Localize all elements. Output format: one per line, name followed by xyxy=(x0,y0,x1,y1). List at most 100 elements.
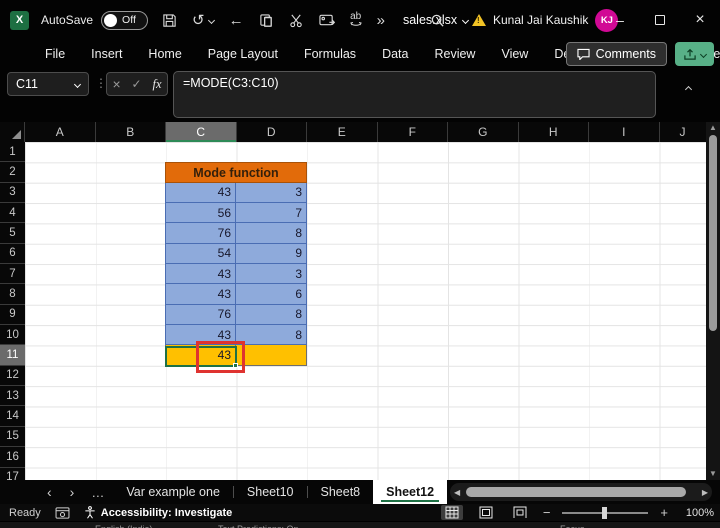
cell-c3[interactable]: 43 xyxy=(165,182,236,204)
column-header-f[interactable]: F xyxy=(378,122,448,142)
zoom-out-button[interactable]: − xyxy=(543,505,551,520)
qat-overflow-icon[interactable]: » xyxy=(377,13,385,28)
column-header-c[interactable]: C xyxy=(166,122,237,142)
cell-c6[interactable]: 54 xyxy=(165,243,236,265)
column-header-i[interactable]: I xyxy=(589,122,660,142)
scroll-up-icon[interactable]: ▲ xyxy=(709,122,717,134)
email-export-icon[interactable] xyxy=(319,13,335,27)
minimize-button[interactable]: – xyxy=(600,0,640,40)
enter-check-icon[interactable]: ✓ xyxy=(132,77,142,91)
undo-button[interactable]: ↺ xyxy=(192,13,215,28)
page-break-preview-button[interactable] xyxy=(509,505,531,520)
row-header-14[interactable]: 14 xyxy=(0,406,25,427)
row-header-3[interactable]: 3 xyxy=(0,183,25,204)
name-box[interactable]: C11 xyxy=(7,72,89,96)
sheet-list-more-icon[interactable]: … xyxy=(83,485,113,500)
search-button[interactable] xyxy=(430,0,445,40)
row-header-12[interactable]: 12 xyxy=(0,366,25,387)
sheet-tab-var-example-one[interactable]: Var example one xyxy=(113,480,233,504)
accessibility-status[interactable]: Accessibility: Investigate xyxy=(84,506,232,519)
scroll-down-icon[interactable]: ▼ xyxy=(709,468,717,480)
row-header-5[interactable]: 5 xyxy=(0,223,25,244)
tab-formulas[interactable]: Formulas xyxy=(291,40,369,68)
formula-input[interactable]: =MODE(C3:C10) xyxy=(173,71,656,118)
cancel-icon[interactable]: × xyxy=(112,76,120,92)
column-header-b[interactable]: B xyxy=(96,122,166,142)
tab-view[interactable]: View xyxy=(488,40,541,68)
account-area[interactable]: ! Kunal Jai Kaushik KJ xyxy=(472,0,619,40)
cell-c9[interactable]: 76 xyxy=(165,304,236,326)
normal-view-button[interactable] xyxy=(440,505,463,520)
cell-d6[interactable]: 9 xyxy=(236,243,307,265)
sheet-nav-left-icon[interactable]: ‹ xyxy=(38,484,61,500)
tab-page-layout[interactable]: Page Layout xyxy=(195,40,291,68)
tab-file[interactable]: File xyxy=(32,40,78,68)
column-header-d[interactable]: D xyxy=(237,122,307,142)
row-header-8[interactable]: 8 xyxy=(0,284,25,305)
cell-d7[interactable]: 3 xyxy=(236,264,307,285)
row-header-1[interactable]: 1 xyxy=(0,142,25,163)
column-header-h[interactable]: H xyxy=(519,122,589,142)
close-button[interactable]: × xyxy=(680,0,720,40)
row-header-17[interactable]: 17 xyxy=(0,468,25,480)
cell-c4[interactable]: 56 xyxy=(165,203,236,224)
tab-review[interactable]: Review xyxy=(421,40,488,68)
zoom-slider-handle[interactable] xyxy=(602,506,608,519)
sheet-tab-sheet10[interactable]: Sheet10 xyxy=(234,480,307,504)
zoom-in-button[interactable]: + xyxy=(660,505,668,520)
column-header-e[interactable]: E xyxy=(307,122,378,142)
table-title-cell[interactable]: Mode function xyxy=(165,162,307,183)
insert-function-icon[interactable]: fx xyxy=(153,77,162,92)
cell-c5[interactable]: 76 xyxy=(165,223,236,244)
cell-c8[interactable]: 43 xyxy=(165,284,236,305)
cell-d9[interactable]: 8 xyxy=(236,304,307,326)
hscroll-right-icon[interactable]: ▶ xyxy=(702,488,708,497)
row-header-11[interactable]: 11 xyxy=(0,345,25,366)
macro-record-icon[interactable] xyxy=(55,506,70,519)
tab-home[interactable]: Home xyxy=(135,40,194,68)
row-header-2[interactable]: 2 xyxy=(0,162,25,183)
row-header-7[interactable]: 7 xyxy=(0,264,25,285)
column-header-a[interactable]: A xyxy=(25,122,96,142)
page-layout-view-button[interactable] xyxy=(475,505,497,520)
cells-area[interactable]: Mode function 43 3 56 7 76 8 54 9 43 3 4… xyxy=(25,142,706,480)
back-arrow-icon[interactable]: ← xyxy=(229,13,244,28)
cell-d4[interactable]: 7 xyxy=(236,203,307,224)
horizontal-scroll-thumb[interactable] xyxy=(466,487,686,497)
cell-d5[interactable]: 8 xyxy=(236,223,307,244)
horizontal-scrollbar[interactable]: ◀ ▶ xyxy=(450,483,712,501)
sheet-tab-sheet8[interactable]: Sheet8 xyxy=(308,480,374,504)
share-button[interactable] xyxy=(675,42,714,66)
collapse-formula-bar-button[interactable] xyxy=(684,79,693,97)
hscroll-left-icon[interactable]: ◀ xyxy=(454,488,460,497)
cell-d8[interactable]: 6 xyxy=(236,284,307,305)
column-header-g[interactable]: G xyxy=(448,122,519,142)
row-header-6[interactable]: 6 xyxy=(0,244,25,265)
autosave-toggle[interactable]: Off xyxy=(101,10,149,30)
replace-icon[interactable]: ab xyxy=(349,12,362,28)
zoom-level[interactable]: 100% xyxy=(680,507,714,519)
vertical-scroll-thumb[interactable] xyxy=(709,135,717,331)
row-header-13[interactable]: 13 xyxy=(0,386,25,407)
column-header-j[interactable]: J xyxy=(660,122,706,142)
sheet-tab-sheet12-active[interactable]: Sheet12 xyxy=(373,480,448,504)
copy-icon[interactable] xyxy=(259,13,274,28)
cell-d11[interactable] xyxy=(236,345,307,366)
zoom-slider[interactable] xyxy=(562,506,649,519)
tab-insert[interactable]: Insert xyxy=(78,40,135,68)
select-all-button[interactable] xyxy=(0,122,25,142)
row-header-15[interactable]: 15 xyxy=(0,427,25,448)
cut-icon[interactable] xyxy=(289,13,304,28)
comments-button[interactable]: Comments xyxy=(565,42,667,66)
cell-d10[interactable]: 8 xyxy=(236,325,307,346)
sheet-nav-right-icon[interactable]: › xyxy=(61,484,84,500)
excel-app-icon[interactable]: X xyxy=(10,10,29,30)
row-header-9[interactable]: 9 xyxy=(0,305,25,326)
row-header-4[interactable]: 4 xyxy=(0,203,25,224)
cell-d3[interactable]: 3 xyxy=(236,182,307,204)
cell-c7[interactable]: 43 xyxy=(165,264,236,285)
row-header-10[interactable]: 10 xyxy=(0,325,25,346)
tab-data[interactable]: Data xyxy=(369,40,421,68)
vertical-scrollbar[interactable]: ▲ ▼ xyxy=(706,122,720,480)
save-icon[interactable] xyxy=(162,13,177,28)
